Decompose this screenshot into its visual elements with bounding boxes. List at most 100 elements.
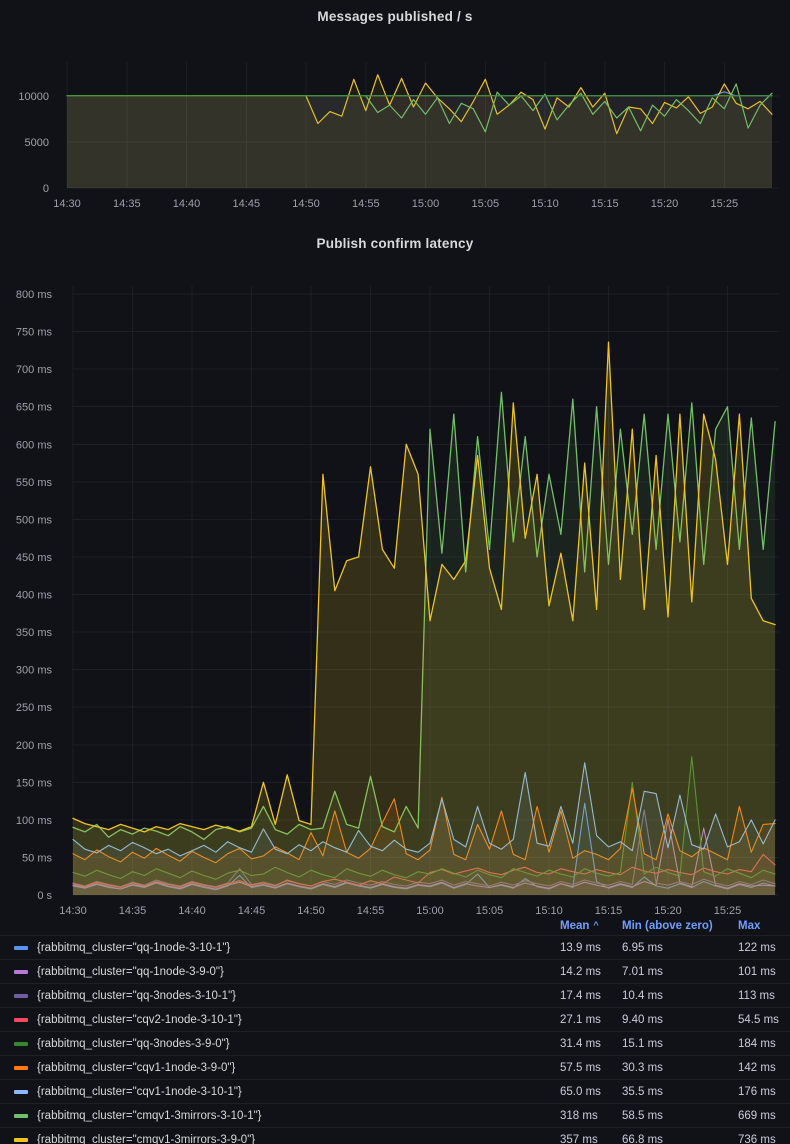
legend-mean-value: 31.4 ms — [560, 1038, 622, 1050]
svg-text:14:50: 14:50 — [292, 198, 320, 210]
svg-text:15:20: 15:20 — [651, 198, 679, 210]
svg-text:14:55: 14:55 — [352, 198, 380, 210]
legend-mean-value: 13.9 ms — [560, 942, 622, 954]
legend-row-2[interactable]: {rabbitmq_cluster="qq-1node-3-9-0"} 14.2 … — [0, 959, 790, 983]
legend-max-value: 122 ms — [738, 942, 790, 954]
legend-row-9[interactable]: {rabbitmq_cluster="cmqv1-3mirrors-3-9-0"… — [0, 1127, 790, 1144]
legend-mean-value: 27.1 ms — [560, 1014, 622, 1026]
svg-text:0: 0 — [43, 183, 49, 195]
series-label[interactable]: {rabbitmq_cluster="cqv1-1node-3-9-0"} — [37, 1062, 235, 1074]
legend-mean-value: 57.5 ms — [560, 1062, 622, 1074]
legend-min-value: 7.01 ms — [622, 966, 738, 978]
legend-min-value: 9.40 ms — [622, 1014, 738, 1026]
svg-text:15:15: 15:15 — [591, 198, 619, 210]
series-color-swatch[interactable] — [14, 970, 28, 974]
series-label[interactable]: {rabbitmq_cluster="cmqv1-3mirrors-3-9-0"… — [37, 1134, 255, 1144]
series-label[interactable]: {rabbitmq_cluster="qq-3nodes-3-9-0"} — [37, 1038, 230, 1050]
svg-text:50 ms: 50 ms — [22, 852, 52, 864]
svg-text:14:40: 14:40 — [173, 198, 201, 210]
legend-row-8[interactable]: {rabbitmq_cluster="cmqv1-3mirrors-3-10-1… — [0, 1103, 790, 1127]
messages-published-area-qq-3nodes-3-9-0 — [67, 96, 772, 188]
svg-text:100 ms: 100 ms — [16, 815, 53, 827]
svg-text:600 ms: 600 ms — [16, 439, 53, 451]
svg-text:15:25: 15:25 — [711, 198, 739, 210]
legend-max-value: 142 ms — [738, 1062, 790, 1074]
legend-row-7[interactable]: {rabbitmq_cluster="cqv1-1node-3-10-1"} 65… — [0, 1079, 790, 1103]
legend-max-value: 736 ms — [738, 1134, 790, 1144]
series-color-swatch[interactable] — [14, 1090, 28, 1094]
legend-mean-value: 318 ms — [560, 1110, 622, 1122]
series-label[interactable]: {rabbitmq_cluster="cmqv1-3mirrors-3-10-1… — [37, 1110, 262, 1122]
legend-row-3[interactable]: {rabbitmq_cluster="qq-3nodes-3-10-1"} 17.… — [0, 983, 790, 1007]
messages-published-chart[interactable]: 0 5000 10000 14:30 14:35 14:40 14:45 14:50 14:55… — [0, 0, 790, 230]
legend-min-value: 15.1 ms — [622, 1038, 738, 1050]
svg-text:400 ms: 400 ms — [16, 590, 53, 602]
svg-text:5000: 5000 — [25, 137, 49, 149]
legend-min-value: 58.5 ms — [622, 1110, 738, 1122]
legend-max-value: 101 ms — [738, 966, 790, 978]
svg-text:14:45: 14:45 — [233, 198, 261, 210]
legend-max-value: 176 ms — [738, 1086, 790, 1098]
svg-text:15:05: 15:05 — [472, 198, 500, 210]
svg-text:10000: 10000 — [18, 91, 49, 103]
svg-text:150 ms: 150 ms — [16, 777, 53, 789]
messages-published-y-axis-labels: 0 5000 10000 — [18, 91, 49, 195]
publish-latency-area-cmqv1-3mirrors-3-9-0 — [73, 342, 775, 895]
svg-text:700 ms: 700 ms — [16, 364, 53, 376]
legend-sort-max[interactable]: Max — [738, 920, 790, 932]
series-color-swatch[interactable] — [14, 1018, 28, 1022]
legend-max-value: 113 ms — [738, 990, 790, 1002]
series-label[interactable]: {rabbitmq_cluster="qq-1node-3-10-1"} — [37, 942, 230, 954]
legend-mean-value: 357 ms — [560, 1134, 622, 1144]
series-color-swatch[interactable] — [14, 1042, 28, 1046]
sort-asc-caret: ^ — [593, 920, 598, 930]
legend-max-value: 669 ms — [738, 1110, 790, 1122]
legend-min-value: 30.3 ms — [622, 1062, 738, 1074]
messages-published-x-axis-labels: 14:30 14:35 14:40 14:45 14:50 14:55 15:00 15:05… — [53, 198, 738, 210]
legend-min-value: 66.8 ms — [622, 1134, 738, 1144]
svg-text:15:00: 15:00 — [412, 198, 440, 210]
svg-text:750 ms: 750 ms — [16, 327, 53, 339]
svg-text:0 s: 0 s — [37, 890, 52, 902]
grafana-dashboard: Messages published / s 050001000014:3014… — [0, 0, 790, 1144]
svg-text:550 ms: 550 ms — [16, 477, 53, 489]
legend-mean-value: 65.0 ms — [560, 1086, 622, 1098]
svg-text:500 ms: 500 ms — [16, 514, 53, 526]
legend-row-5[interactable]: {rabbitmq_cluster="qq-3nodes-3-9-0"} 31.4… — [0, 1031, 790, 1055]
legend-mean-value: 14.2 ms — [560, 966, 622, 978]
svg-text:250 ms: 250 ms — [16, 702, 53, 714]
legend-max-value: 54.5 ms — [738, 1014, 790, 1026]
svg-text:14:30: 14:30 — [53, 198, 81, 210]
series-color-swatch[interactable] — [14, 1066, 28, 1070]
svg-text:15:10: 15:10 — [531, 198, 559, 210]
legend-rows: {rabbitmq_cluster="qq-1node-3-10-1"} 13.9… — [0, 935, 790, 1144]
svg-text:300 ms: 300 ms — [16, 665, 53, 677]
legend-max-value: 184 ms — [738, 1038, 790, 1050]
legend-min-value: 10.4 ms — [622, 990, 738, 1002]
svg-text:14:35: 14:35 — [113, 198, 141, 210]
series-label[interactable]: {rabbitmq_cluster="qq-1node-3-9-0"} — [37, 966, 224, 978]
svg-text:800 ms: 800 ms — [16, 289, 53, 301]
legend-header: Mean^ Min (above zero) Max — [0, 916, 790, 935]
legend-sort-min[interactable]: Min (above zero) — [622, 920, 738, 932]
legend-mean-value: 17.4 ms — [560, 990, 622, 1002]
series-color-swatch[interactable] — [14, 1114, 28, 1118]
legend-sort-mean[interactable]: Mean^ — [560, 920, 622, 932]
publish-confirm-latency-chart[interactable]: 0 s 50 ms 100 ms 150 ms 200 ms 250 ms 300 ms 35… — [0, 230, 790, 918]
legend-row-4[interactable]: {rabbitmq_cluster="cqv2-1node-3-10-1"} 27… — [0, 1007, 790, 1031]
series-color-swatch[interactable] — [14, 994, 28, 998]
series-label[interactable]: {rabbitmq_cluster="cqv2-1node-3-10-1"} — [37, 1014, 242, 1026]
series-label[interactable]: {rabbitmq_cluster="cqv1-1node-3-10-1"} — [37, 1086, 242, 1098]
legend-min-value: 35.5 ms — [622, 1086, 738, 1098]
svg-text:450 ms: 450 ms — [16, 552, 53, 564]
legend-min-value: 6.95 ms — [622, 942, 738, 954]
publish-latency-y-axis-labels: 0 s 50 ms 100 ms 150 ms 200 ms 250 ms 300 ms 35… — [16, 289, 53, 902]
series-label[interactable]: {rabbitmq_cluster="qq-3nodes-3-10-1"} — [37, 990, 236, 1002]
legend-row-6[interactable]: {rabbitmq_cluster="cqv1-1node-3-9-0"} 57.… — [0, 1055, 790, 1079]
svg-text:200 ms: 200 ms — [16, 740, 53, 752]
svg-text:650 ms: 650 ms — [16, 402, 53, 414]
series-color-swatch[interactable] — [14, 1138, 28, 1142]
legend-row-1[interactable]: {rabbitmq_cluster="qq-1node-3-10-1"} 13.9… — [0, 935, 790, 959]
svg-text:350 ms: 350 ms — [16, 627, 53, 639]
series-color-swatch[interactable] — [14, 946, 28, 950]
